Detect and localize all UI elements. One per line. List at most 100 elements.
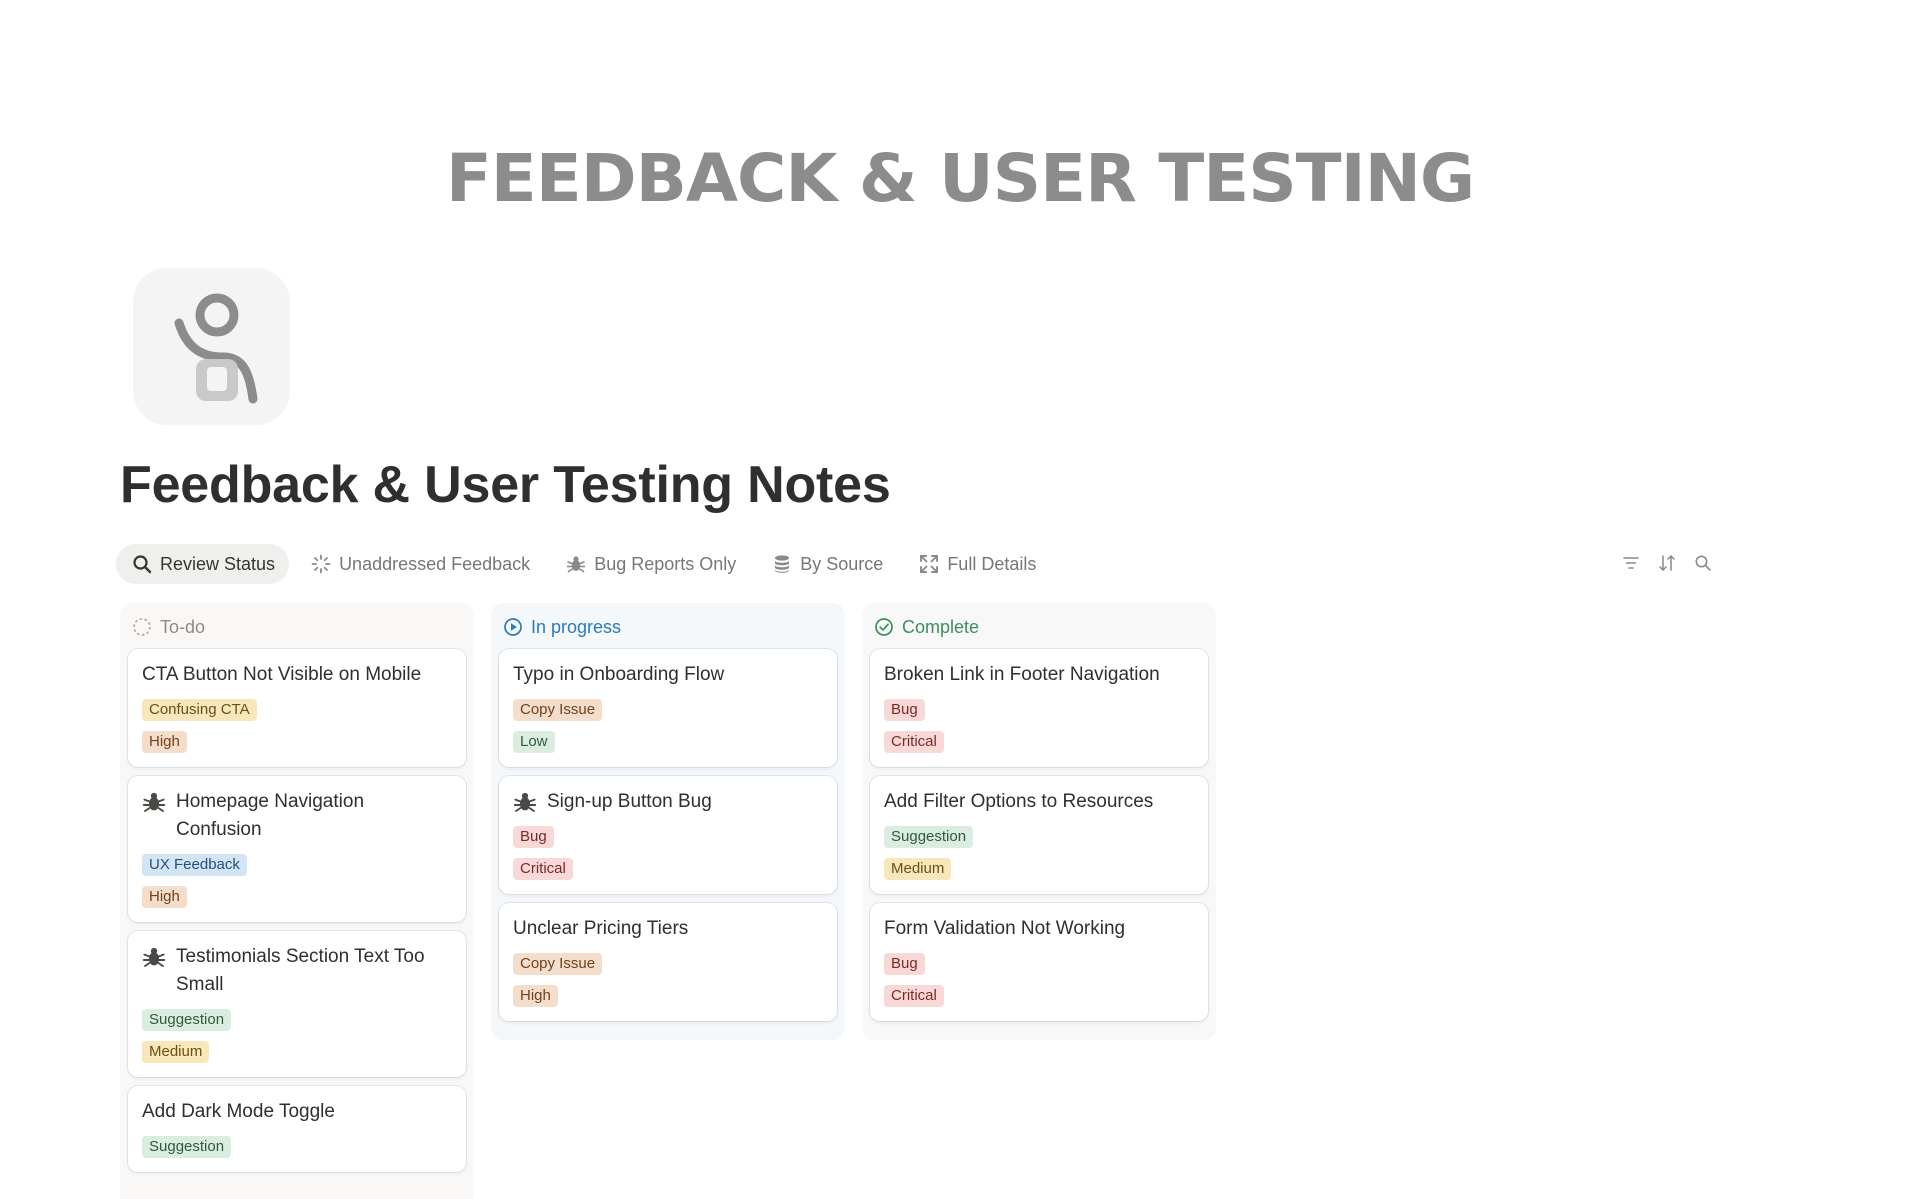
search-icon[interactable]	[1694, 554, 1712, 572]
card-title-text: Typo in Onboarding Flow	[513, 664, 725, 685]
priority-property: Critical	[884, 729, 1194, 753]
card-title: Broken Link in Footer Navigation	[884, 661, 1194, 689]
card-title-text: Add Dark Mode Toggle	[142, 1101, 335, 1122]
card-title-text: Testimonials Section Text Too Small	[176, 946, 425, 995]
type-tag: UX Feedback	[142, 854, 247, 876]
loading-icon	[311, 554, 331, 574]
page-icon[interactable]	[133, 268, 290, 425]
priority-tag: Critical	[513, 858, 573, 880]
feedback-card[interactable]: CTA Button Not Visible on Mobile Confusin…	[128, 649, 466, 767]
feedback-card[interactable]: Broken Link in Footer Navigation Bug Criti…	[870, 649, 1208, 767]
status-complete-icon	[875, 618, 893, 636]
card-title-text: Sign-up Button Bug	[547, 791, 712, 812]
priority-tag: High	[142, 731, 187, 753]
type-property: UX Feedback	[142, 852, 452, 884]
card-title: Form Validation Not Working	[884, 915, 1194, 943]
card-title: Add Filter Options to Resources	[884, 788, 1194, 816]
tab-label: Review Status	[160, 553, 276, 574]
type-property: Confusing CTA	[142, 697, 452, 729]
tab-unaddressed-feedback[interactable]: Unaddressed Feedback	[295, 544, 544, 584]
card-list: Broken Link in Footer Navigation Bug Criti…	[870, 649, 1208, 1021]
tab-label: By Source	[800, 553, 884, 574]
feedback-card[interactable]: Unclear Pricing Tiers Copy Issue High	[499, 903, 837, 1021]
priority-property: Medium	[142, 1039, 452, 1063]
type-property: Suggestion	[142, 1134, 452, 1158]
card-title: CTA Button Not Visible on Mobile	[142, 661, 452, 689]
column-in-progress: In progress Typo in Onboarding Flow Copy …	[491, 603, 845, 1040]
priority-tag: Low	[513, 731, 555, 753]
type-tag: Bug	[884, 953, 925, 975]
priority-tag: Medium	[884, 858, 952, 880]
column-to-do: To-do CTA Button Not Visible on Mobile Co…	[120, 603, 474, 1199]
feedback-card[interactable]: Add Dark Mode Toggle Suggestion	[128, 1086, 466, 1172]
tab-label: Full Details	[947, 553, 1037, 574]
type-property: Copy Issue	[513, 697, 823, 729]
priority-property: Medium	[884, 856, 1194, 880]
priority-tag: Critical	[884, 985, 944, 1007]
card-title-text: CTA Button Not Visible on Mobile	[142, 664, 422, 685]
priority-property: Critical	[884, 983, 1194, 1007]
feedback-card[interactable]: Testimonials Section Text Too Small Sugge…	[128, 931, 466, 1077]
priority-tag: High	[513, 985, 558, 1007]
card-title-text: Broken Link in Footer Navigation	[884, 664, 1160, 685]
type-tag: Copy Issue	[513, 699, 603, 721]
tab-bug-reports-only[interactable]: Bug Reports Only	[550, 544, 750, 584]
bug-icon	[142, 792, 166, 812]
bug-icon	[142, 947, 166, 967]
feedback-card[interactable]: Typo in Onboarding Flow Copy Issue Low	[499, 649, 837, 767]
view-tabs: Review Status Unaddressed Feedback Bug R…	[116, 544, 1050, 584]
card-title: Sign-up Button Bug	[513, 788, 823, 816]
tab-label: Unaddressed Feedback	[339, 553, 531, 574]
filter-icon[interactable]	[1622, 554, 1640, 572]
tab-by-source[interactable]: By Source	[756, 544, 897, 584]
feedback-card[interactable]: Homepage Navigation Confusion UX Feedback…	[128, 776, 466, 922]
type-property: Bug	[884, 697, 1194, 729]
card-list: CTA Button Not Visible on Mobile Confusin…	[128, 649, 466, 1172]
priority-property: High	[142, 729, 452, 753]
sort-icon[interactable]	[1658, 554, 1676, 572]
column-header[interactable]: In progress	[499, 611, 837, 643]
cover-banner: FEEDBACK & USER TESTING	[0, 0, 1920, 270]
tab-full-details[interactable]: Full Details	[903, 544, 1050, 584]
type-tag: Suggestion	[142, 1136, 232, 1158]
type-tag: Confusing CTA	[142, 699, 257, 721]
database-icon	[775, 555, 790, 573]
feedback-card[interactable]: Add Filter Options to Resources Suggestio…	[870, 776, 1208, 894]
card-title-text: Add Filter Options to Resources	[884, 791, 1154, 812]
priority-property: High	[142, 884, 452, 908]
priority-property: High	[513, 983, 823, 1007]
column-header[interactable]: Complete	[870, 611, 1208, 643]
tab-review-status[interactable]: Review Status	[116, 544, 290, 584]
column-label: To-do	[160, 616, 206, 637]
card-title: Testimonials Section Text Too Small	[142, 943, 452, 999]
expand-icon	[920, 555, 939, 573]
bug-icon	[513, 792, 537, 812]
card-title-text: Form Validation Not Working	[884, 918, 1126, 939]
page-title: Feedback & User Testing Notes	[120, 456, 891, 514]
type-tag: Suggestion	[884, 826, 974, 848]
priority-tag: High	[142, 886, 187, 908]
type-property: Bug	[884, 951, 1194, 983]
feedback-card[interactable]: Form Validation Not Working Bug Critical	[870, 903, 1208, 1021]
card-list: Typo in Onboarding Flow Copy Issue Low Sign…	[499, 649, 837, 1021]
search-icon	[133, 555, 152, 574]
banner-title: FEEDBACK & USER TESTING	[445, 140, 1475, 217]
person-waving-icon	[174, 293, 257, 403]
status-todo-icon	[133, 618, 151, 636]
type-property: Copy Issue	[513, 951, 823, 983]
priority-property: Low	[513, 729, 823, 753]
card-title: Unclear Pricing Tiers	[513, 915, 823, 943]
type-property: Suggestion	[884, 824, 1194, 856]
board: To-do CTA Button Not Visible on Mobile Co…	[120, 603, 1216, 1199]
type-tag: Bug	[513, 826, 554, 848]
type-property: Suggestion	[142, 1007, 452, 1039]
view-toolbar	[1622, 554, 1712, 572]
status-in-progress-icon	[504, 618, 522, 636]
column-header[interactable]: To-do	[128, 611, 466, 643]
card-title-text: Homepage Navigation Confusion	[176, 791, 365, 840]
type-tag: Copy Issue	[513, 953, 603, 975]
priority-property: Critical	[513, 856, 823, 880]
feedback-card[interactable]: Sign-up Button Bug Bug Critical	[499, 776, 837, 894]
tab-label: Bug Reports Only	[594, 553, 737, 574]
type-property: Bug	[513, 824, 823, 856]
